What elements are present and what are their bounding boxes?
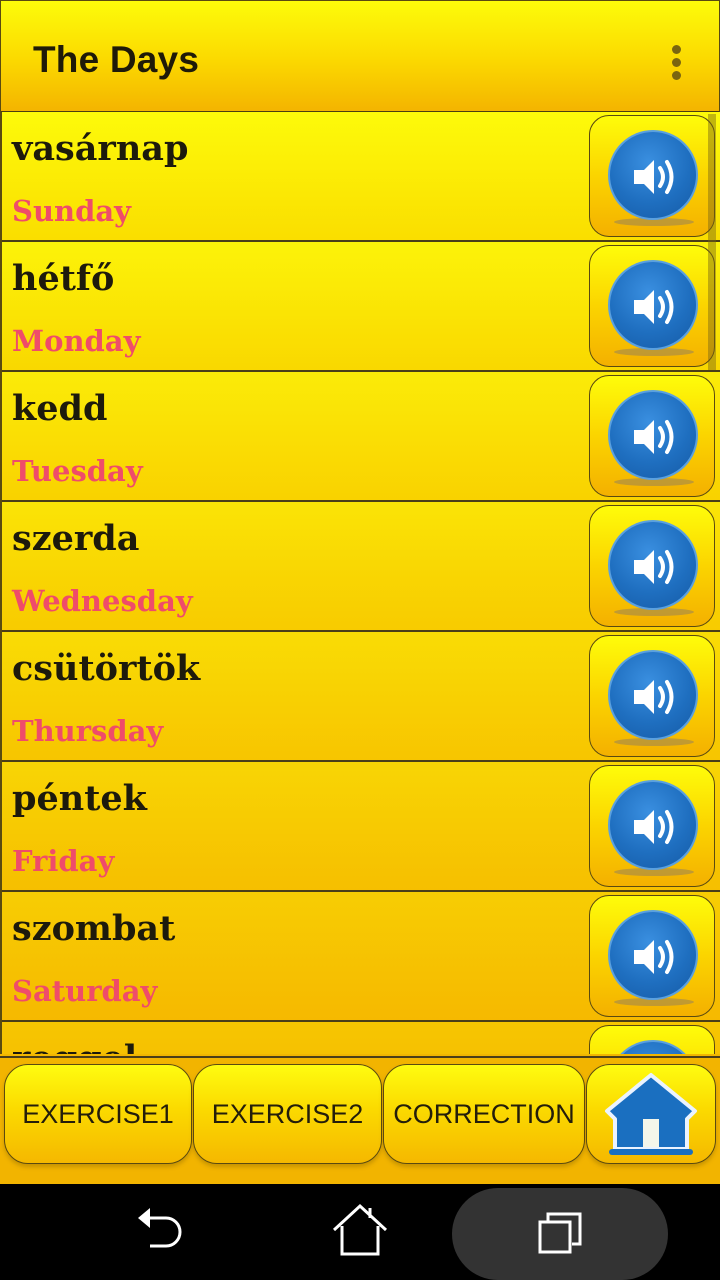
correction-label: CORRECTION [393,1098,575,1129]
english-translation: Saturday [12,974,158,1008]
hungarian-word: szerda [12,518,140,559]
word-row[interactable]: hétfő Monday [2,242,720,372]
speaker-icon [608,1040,698,1054]
play-audio-button[interactable] [589,115,715,237]
hungarian-word: reggel [12,1038,137,1054]
speaker-glyph [634,810,674,844]
scrollbar[interactable] [708,114,716,370]
speaker-icon [608,260,698,350]
word-list[interactable]: vasárnap Sunday hétfő Monday kedd Tuesda… [0,112,720,1054]
english-translation: Monday [12,324,141,358]
speaker-icon [608,910,698,1000]
speaker-glyph [634,290,674,324]
speaker-icon [608,520,698,610]
hungarian-word: szombat [12,908,176,949]
hungarian-word: kedd [12,388,108,429]
word-row[interactable]: csütörtök Thursday [2,632,720,762]
play-audio-button[interactable] [589,375,715,497]
play-audio-button[interactable] [589,505,715,627]
back-icon [138,1208,182,1248]
home-button[interactable] [586,1064,716,1164]
speaker-icon [608,780,698,870]
english-translation: Wednesday [12,584,193,618]
home-icon [605,1073,697,1155]
word-row[interactable]: kedd Tuesday [2,372,720,502]
app-bar: The Days [0,0,720,113]
page-title: The Days [33,39,200,80]
hungarian-word: péntek [12,778,147,819]
play-audio-button[interactable] [589,895,715,1017]
speaker-icon [608,390,698,480]
app-screen: The Days vasárnap Sunday hétfő Monday ke… [0,0,720,1184]
speaker-glyph [634,550,674,584]
bottom-toolbar: EXERCISE1 EXERCISE2 CORRECTION [0,1056,720,1184]
nav-home-icon [332,1203,388,1256]
more-options-icon[interactable] [665,43,689,83]
speaker-icon [608,650,698,740]
speaker-glyph [634,940,674,974]
word-row[interactable]: szerda Wednesday [2,502,720,632]
english-translation: Thursday [12,714,164,748]
hungarian-word: vasárnap [12,128,189,169]
speaker-glyph [634,420,674,454]
correction-button[interactable]: CORRECTION [383,1064,585,1164]
hungarian-word: hétfő [12,258,115,299]
play-audio-button[interactable] [589,1025,715,1054]
exercise2-label: EXERCISE2 [211,1098,364,1129]
speaker-glyph [634,680,674,714]
nav-recents-button[interactable] [452,1188,668,1280]
exercise1-button[interactable]: EXERCISE1 [4,1064,192,1164]
english-translation: Sunday [12,194,132,228]
word-row[interactable]: reggel [2,1022,720,1054]
speaker-icon [608,130,698,220]
play-audio-button[interactable] [589,245,715,367]
english-translation: Tuesday [12,454,143,488]
speaker-glyph [634,160,674,194]
word-row[interactable]: péntek Friday [2,762,720,892]
english-translation: Friday [12,844,115,878]
exercise2-button[interactable]: EXERCISE2 [193,1064,382,1164]
word-row[interactable]: vasárnap Sunday [2,112,720,242]
system-navigation-bar [0,1184,720,1280]
play-audio-button[interactable] [589,635,715,757]
play-audio-button[interactable] [589,765,715,887]
nav-home-button[interactable] [310,1184,410,1280]
exercise1-label: EXERCISE1 [22,1098,174,1129]
nav-back-button[interactable] [110,1184,210,1280]
word-row[interactable]: szombat Saturday [2,892,720,1022]
recents-icon [538,1212,582,1254]
hungarian-word: csütörtök [12,648,201,689]
